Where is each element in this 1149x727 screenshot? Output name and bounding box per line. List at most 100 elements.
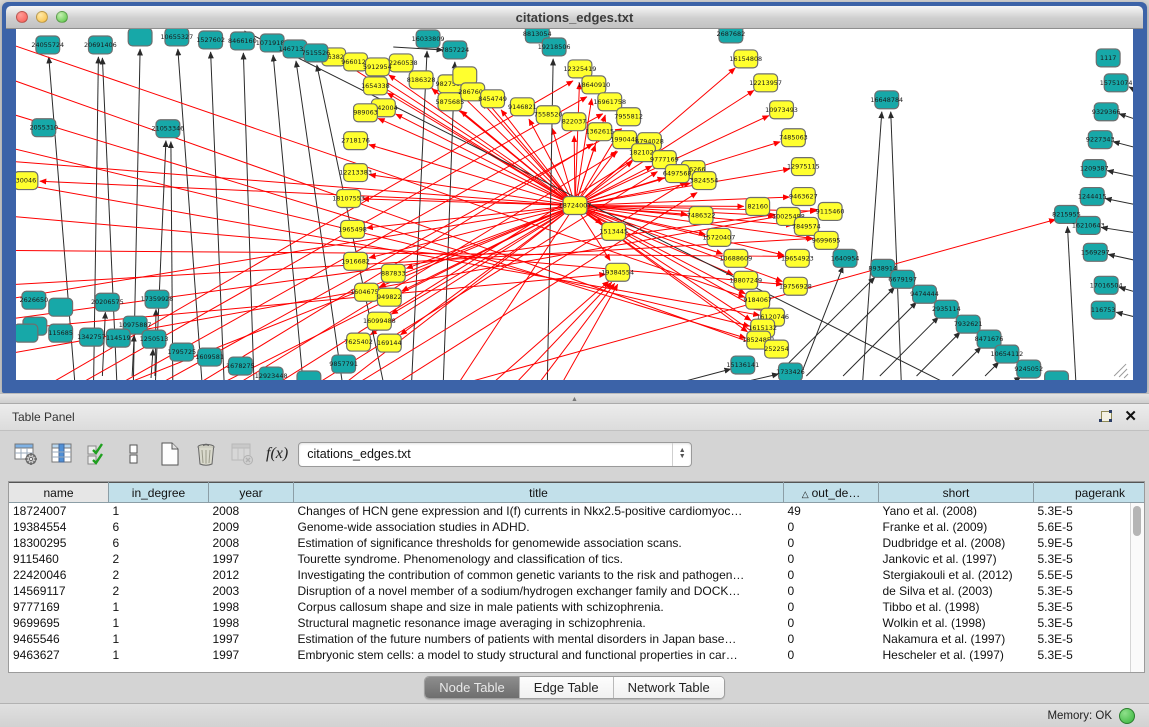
column-header-in_degree[interactable]: in_degree bbox=[109, 483, 209, 503]
graph-node[interactable]: 16033809 bbox=[412, 30, 445, 48]
graph-node[interactable]: 20691406 bbox=[84, 36, 117, 54]
graph-node[interactable]: 1244415 bbox=[1078, 188, 1107, 206]
graph-node[interactable]: 949822 bbox=[377, 288, 402, 306]
graph-node[interactable]: 17359928 bbox=[141, 290, 174, 308]
graph-node[interactable] bbox=[1045, 371, 1069, 380]
graph-node[interactable]: 2687682 bbox=[717, 29, 746, 43]
graph-node[interactable]: 115685 bbox=[48, 324, 73, 342]
graph-node[interactable]: 7558520 bbox=[534, 106, 563, 124]
graph-node[interactable]: 1640954 bbox=[831, 249, 860, 267]
graph-node[interactable]: 1250513 bbox=[140, 330, 169, 348]
graph-node[interactable]: 1569297 bbox=[1081, 243, 1110, 261]
graph-node[interactable]: 17016504 bbox=[1090, 276, 1123, 294]
graph-node[interactable]: 18724007 bbox=[559, 197, 592, 215]
graph-node[interactable]: 19756928 bbox=[779, 277, 812, 295]
show-column-icon[interactable] bbox=[46, 438, 78, 470]
graph-node[interactable]: 116753 bbox=[1091, 301, 1116, 319]
graph-node[interactable]: 1965498 bbox=[338, 220, 367, 238]
graph-node[interactable]: 9329366 bbox=[1092, 103, 1121, 121]
graph-node[interactable]: 9245052 bbox=[1014, 360, 1043, 378]
column-header-year[interactable]: year bbox=[209, 483, 294, 503]
graph-node[interactable]: 21053346 bbox=[152, 120, 185, 138]
graph-node[interactable]: 9184067 bbox=[743, 291, 772, 309]
resize-grip-icon[interactable] bbox=[1114, 364, 1128, 378]
table-row[interactable]: 1456911722003Disruption of a novel membe… bbox=[9, 583, 1145, 599]
table-settings-icon[interactable] bbox=[10, 438, 42, 470]
graph-node[interactable]: 12213383 bbox=[339, 164, 372, 182]
graph-node[interactable]: 10688609 bbox=[719, 249, 752, 267]
graph-node[interactable]: 252254 bbox=[764, 340, 789, 358]
graph-node[interactable]: 12325419 bbox=[564, 60, 597, 78]
graph-node[interactable]: 82160 bbox=[746, 198, 770, 216]
dropdown-stepper-icon[interactable]: ▲▼ bbox=[672, 443, 691, 466]
table-row[interactable]: 946362711997Embryonic stem cells: a mode… bbox=[9, 647, 1145, 663]
divider-grip-icon[interactable]: ▲ bbox=[571, 396, 580, 403]
graph-node[interactable]: 9115460 bbox=[816, 203, 845, 221]
table-row[interactable]: 2242004622012Investigating the contribut… bbox=[9, 567, 1145, 583]
scrollbar-thumb[interactable] bbox=[1133, 506, 1141, 536]
column-header-out_de[interactable]: △out_de… bbox=[784, 483, 879, 503]
close-panel-icon[interactable]: ✕ bbox=[1124, 410, 1137, 424]
graph-node[interactable]: 9146821 bbox=[508, 98, 537, 116]
graph-node[interactable]: 1527602 bbox=[196, 31, 225, 49]
row-height-icon[interactable] bbox=[118, 438, 150, 470]
graph-node[interactable]: 18807249 bbox=[729, 271, 762, 289]
graph-node[interactable]: 16099488 bbox=[363, 312, 396, 330]
graph-node[interactable]: 989063 bbox=[353, 104, 378, 122]
graph-node[interactable]: 18640910 bbox=[577, 76, 610, 94]
graph-node[interactable]: 1117 bbox=[1096, 49, 1120, 67]
graph-node[interactable]: 7625402 bbox=[344, 333, 373, 351]
graph-node[interactable]: 8454749 bbox=[478, 90, 507, 108]
graph-node[interactable]: 16154808 bbox=[729, 50, 762, 68]
graph-node[interactable]: 19654923 bbox=[781, 249, 814, 267]
graph-node[interactable] bbox=[49, 298, 73, 316]
graph-node[interactable]: 18107553 bbox=[332, 190, 365, 208]
tab-network-table[interactable]: Network Table bbox=[614, 677, 724, 698]
graph-node[interactable]: 1916682 bbox=[341, 252, 370, 270]
network-canvas[interactable]: 1872400722260538818632898275085875685286… bbox=[16, 29, 1133, 380]
new-table-icon[interactable] bbox=[154, 438, 186, 470]
graph-node[interactable]: 2626650 bbox=[20, 291, 49, 309]
network-graph[interactable]: 1872400722260538818632898275085875685286… bbox=[16, 29, 1133, 380]
graph-node[interactable]: 19218506 bbox=[538, 38, 571, 56]
graph-node[interactable]: 16648784 bbox=[870, 91, 903, 109]
table-row[interactable]: 1872400712008Changes of HCN gene express… bbox=[9, 503, 1145, 520]
graph-node[interactable]: 12923448 bbox=[255, 367, 288, 380]
column-header-name[interactable]: name bbox=[9, 483, 109, 503]
split-pane-divider[interactable]: ▲ bbox=[0, 393, 1149, 404]
column-header-short[interactable]: short bbox=[879, 483, 1034, 503]
graph-node[interactable]: 1733426 bbox=[776, 363, 805, 380]
graph-node[interactable]: 8186328 bbox=[407, 71, 436, 89]
select-columns-icon[interactable] bbox=[82, 438, 114, 470]
graph-node[interactable]: 1654338 bbox=[361, 77, 390, 95]
graph-node[interactable]: 9474444 bbox=[910, 285, 939, 303]
graph-node[interactable]: 24055724 bbox=[31, 36, 64, 54]
table-scrollbar[interactable] bbox=[1130, 503, 1144, 672]
tab-edge-table[interactable]: Edge Table bbox=[520, 677, 614, 698]
graph-node[interactable]: 7955812 bbox=[614, 108, 643, 126]
graph-node[interactable]: 9857791 bbox=[329, 355, 358, 373]
graph-node[interactable]: 10973493 bbox=[765, 101, 798, 119]
table-row[interactable]: 911546021997Tourette syndrome. Phenomeno… bbox=[9, 551, 1145, 567]
graph-node[interactable]: 15751074 bbox=[1100, 74, 1133, 92]
delete-trash-icon[interactable] bbox=[190, 438, 222, 470]
function-builder-icon[interactable]: f(x) bbox=[266, 445, 288, 463]
graph-node[interactable]: 2055310 bbox=[29, 119, 58, 137]
graph-node[interactable]: 30046 bbox=[16, 172, 38, 190]
graph-node[interactable]: 1795725 bbox=[167, 343, 196, 361]
graph-node[interactable]: 7932621 bbox=[954, 315, 983, 333]
graph-node[interactable]: 1609581 bbox=[195, 348, 224, 366]
graph-node[interactable]: 169144 bbox=[377, 334, 402, 352]
graph-node[interactable]: 10655327 bbox=[160, 29, 193, 46]
graph-node[interactable] bbox=[16, 324, 38, 342]
table-row[interactable]: 977716911998Corpus callosum shape and si… bbox=[9, 599, 1145, 615]
graph-node[interactable]: 6679197 bbox=[888, 270, 917, 288]
column-header-pagerank[interactable]: pagerank bbox=[1034, 483, 1146, 503]
tab-node-table[interactable]: Node Table bbox=[425, 677, 520, 698]
table-row[interactable]: 1830029562008Estimation of significance … bbox=[9, 535, 1145, 551]
graph-node[interactable]: 12975115 bbox=[787, 158, 820, 176]
graph-node[interactable]: 887833 bbox=[381, 264, 406, 282]
graph-node[interactable]: 5912954 bbox=[363, 58, 392, 76]
graph-node[interactable]: 10654112 bbox=[991, 345, 1024, 363]
graph-node[interactable]: 2935114 bbox=[932, 300, 961, 318]
